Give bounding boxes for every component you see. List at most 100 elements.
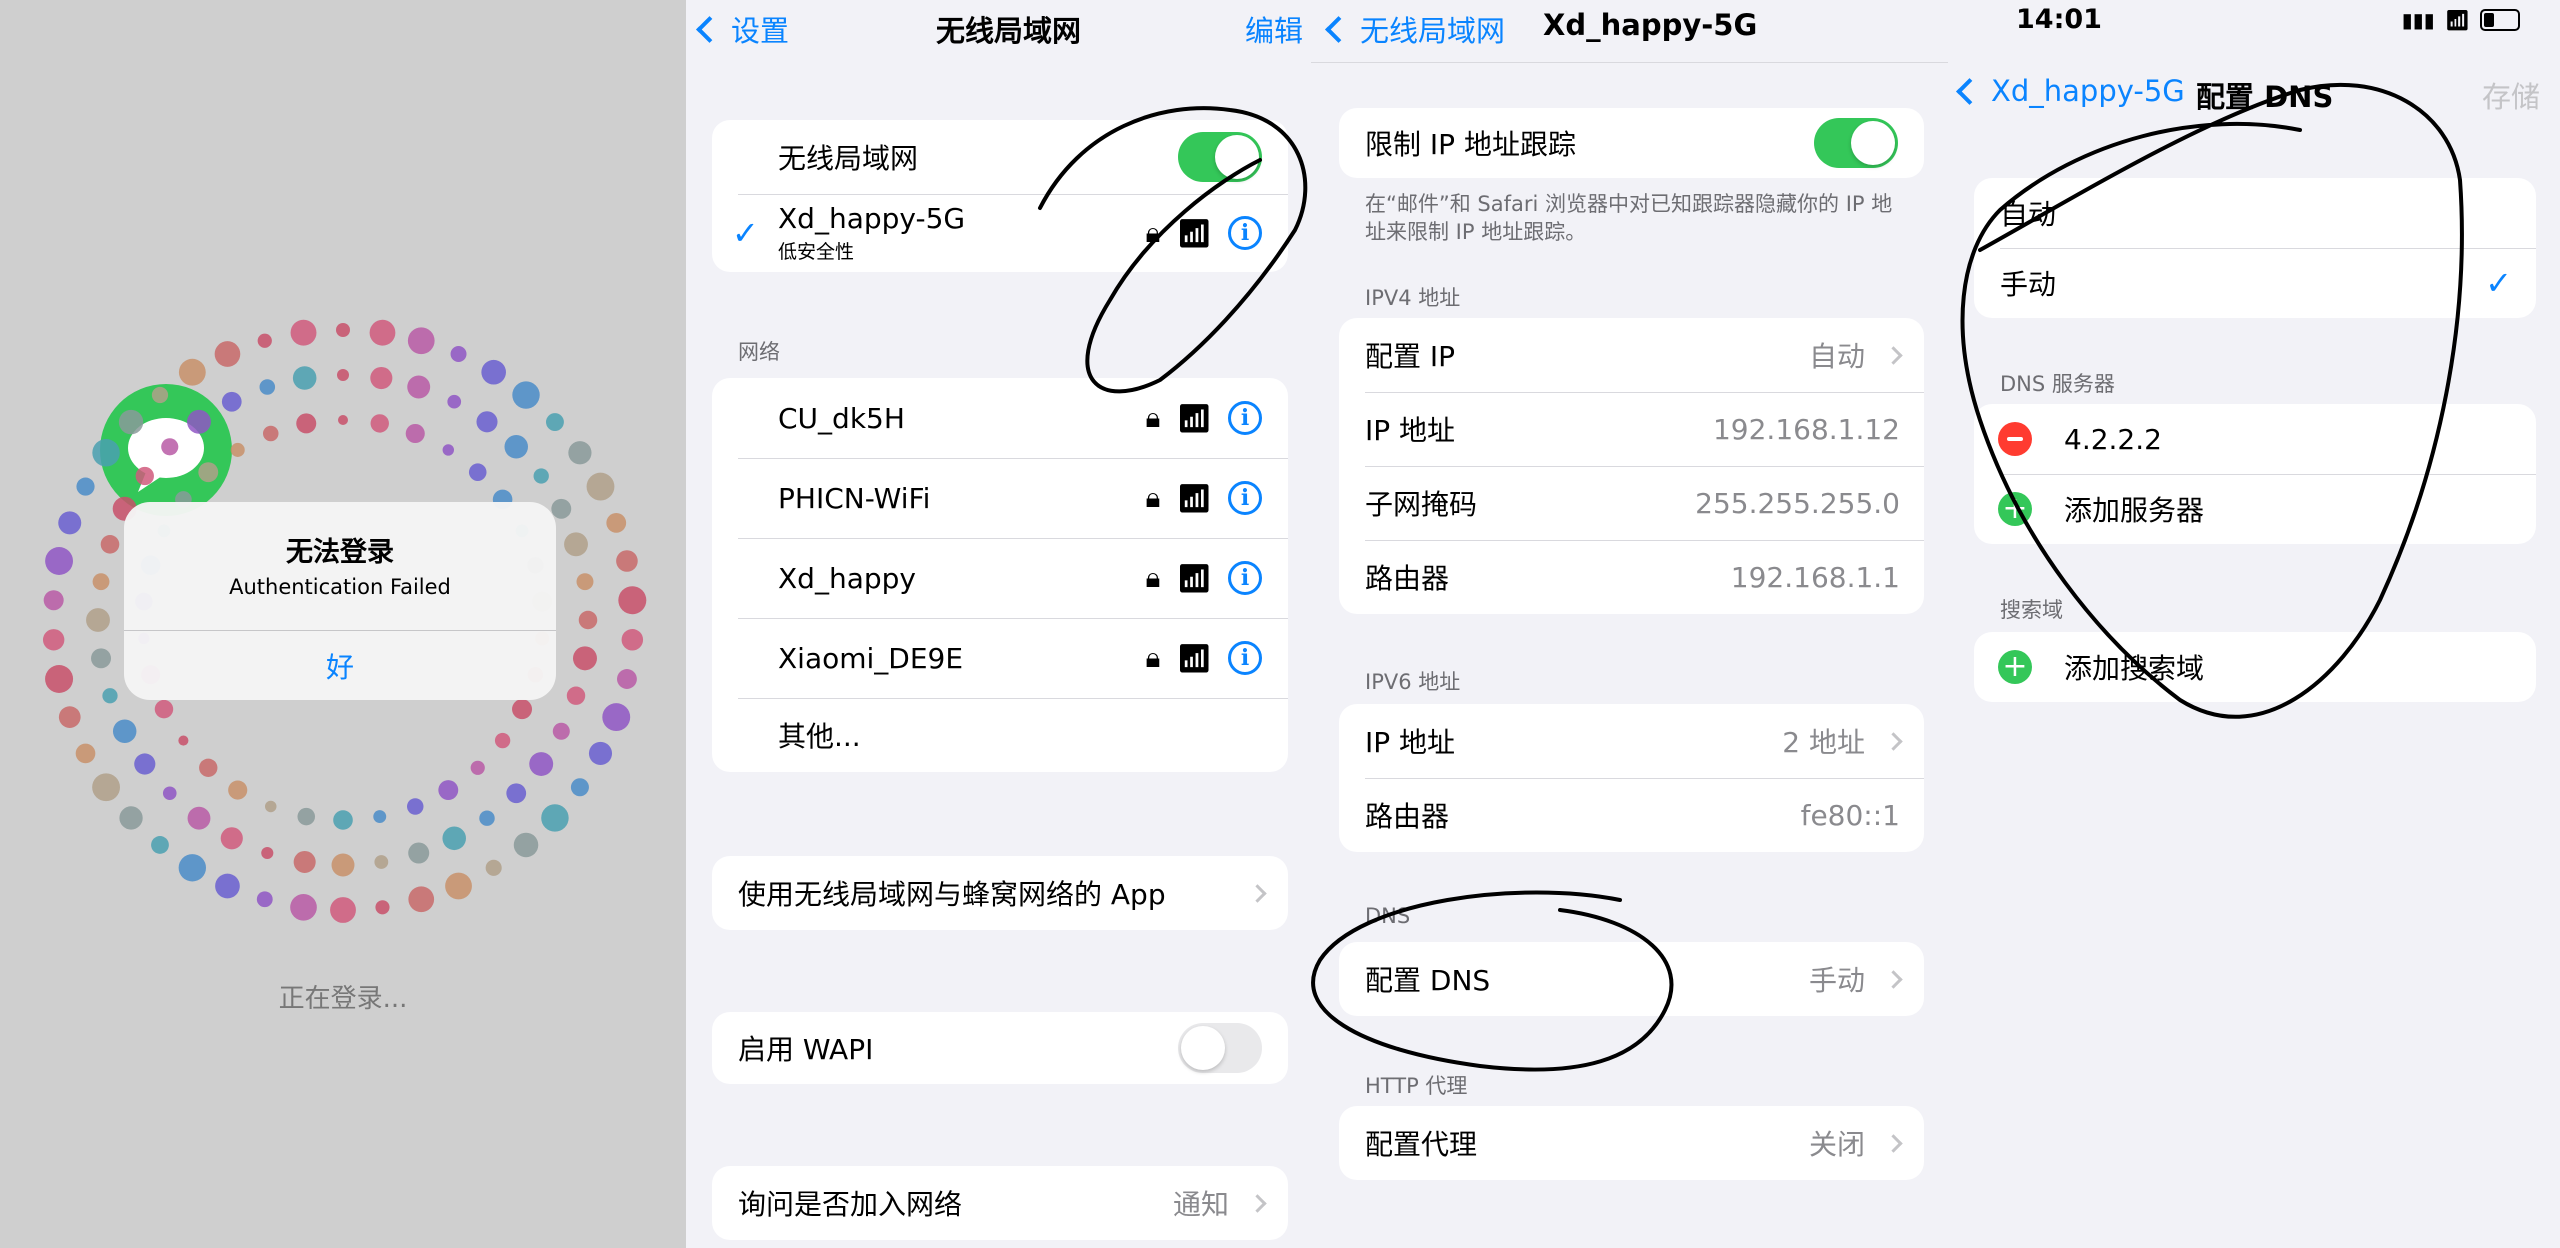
loading-dot [408, 842, 430, 864]
row-value: 2 地址 [1782, 726, 1865, 759]
loading-dot [545, 413, 564, 432]
loading-dot [178, 735, 189, 746]
apps-label: 使用无线局域网与蜂窝网络的 App [738, 878, 1166, 911]
loading-dot [336, 323, 350, 337]
loading-dot [265, 800, 277, 813]
lock-icon: 🔒︎ [1145, 481, 1161, 514]
apps-group: 使用无线局域网与蜂窝网络的 App [712, 856, 1288, 930]
wifi-toggle[interactable] [1178, 132, 1262, 182]
ipv4-header: IPV4 地址 [1365, 286, 1461, 310]
loading-dot [481, 359, 506, 385]
wifi-toggle-row: 无线局域网 [712, 120, 1288, 194]
login-panel: 无法登录 Authentication Failed 好 正在登录... [0, 0, 686, 1248]
configure-proxy-row[interactable]: 配置代理 关闭 [1339, 1106, 1924, 1180]
loading-dot [512, 699, 533, 720]
back-button[interactable]: Xd_happy-5G [1956, 74, 2185, 108]
loading-dot [442, 444, 454, 456]
network-row[interactable]: PHICN-WiFi 🔒︎ 📶︎ i [712, 458, 1288, 538]
loading-dot [374, 855, 389, 869]
page-title: Xd_happy-5G [1543, 8, 1758, 42]
loading-dot [45, 665, 74, 694]
info-icon[interactable]: i [1228, 561, 1262, 595]
mode-auto-row[interactable]: 自动 [1974, 178, 2536, 248]
mode-manual-label: 手动 [2000, 268, 2057, 301]
chevron-left-icon [1956, 77, 1983, 105]
row-label: 路由器 [1365, 562, 1450, 595]
dns-server-row[interactable]: 4.2.2.2 [1974, 404, 2536, 474]
ipv4-group: 配置 IP 自动 IP 地址 192.168.1.12 子网掩码 255.255… [1339, 318, 1924, 614]
loading-dot [408, 886, 435, 913]
info-icon[interactable]: i [1228, 481, 1262, 515]
wapi-toggle[interactable] [1178, 1023, 1262, 1073]
add-server-row[interactable]: + 添加服务器 [1974, 474, 2536, 544]
loading-dot [370, 414, 389, 433]
row-label: IP 地址 [1365, 726, 1456, 759]
proxy-group: 配置代理 关闭 [1339, 1106, 1924, 1180]
info-icon[interactable]: i [1228, 401, 1262, 435]
row-value: 自动 [1808, 340, 1865, 373]
login-status-text: 正在登录... [278, 984, 408, 1014]
add-search-domain-row[interactable]: + 添加搜索域 [1974, 632, 2536, 702]
loading-dot [621, 629, 644, 651]
chevron-right-icon [1884, 1133, 1903, 1153]
delete-icon[interactable] [1998, 422, 2032, 456]
loading-dot [257, 333, 272, 348]
dns-mode-group: 自动 手动 ✓ [1974, 178, 2536, 318]
loading-dot [119, 806, 143, 830]
network-row[interactable]: Xiaomi_DE9E 🔒︎ 📶︎ i [712, 618, 1288, 698]
alert-message: Authentication Failed [229, 575, 451, 599]
loading-dot [151, 386, 169, 404]
ip-address-row: IP 地址 192.168.1.12 [1339, 392, 1924, 466]
alert-ok-button[interactable]: 好 [124, 646, 556, 686]
loading-dot [290, 893, 317, 921]
network-icons: 🔒︎ 📶︎ i [1146, 641, 1262, 675]
loading-dot [162, 786, 177, 801]
wifi-icon: 📶︎ [1176, 561, 1212, 595]
configure-ip-row[interactable]: 配置 IP 自动 [1339, 318, 1924, 392]
network-row[interactable]: CU_dk5H 🔒︎ 📶︎ i [712, 378, 1288, 458]
wapi-label: 启用 WAPI [738, 1033, 874, 1066]
loading-dot [330, 897, 356, 923]
save-button[interactable]: 存储 [2482, 74, 2540, 116]
loading-dot [442, 826, 466, 851]
tracking-group: 限制 IP 地址跟踪 [1339, 108, 1924, 178]
ipv6-address-row[interactable]: IP 地址 2 地址 [1339, 704, 1924, 778]
row-label: IP 地址 [1365, 414, 1456, 447]
back-button[interactable]: 设置 [696, 8, 789, 50]
loading-dot [588, 741, 613, 765]
edit-button[interactable]: 编辑 [1245, 8, 1303, 50]
loading-dot [76, 477, 95, 496]
loading-dot [407, 375, 431, 399]
ask-join-row[interactable]: 询问是否加入网络 通知 [712, 1166, 1288, 1240]
loading-dot [215, 873, 240, 899]
alert-title: 无法登录 [286, 537, 394, 568]
loading-dot [479, 810, 495, 826]
chevron-left-icon [696, 15, 723, 43]
configure-dns-row[interactable]: 配置 DNS 手动 [1339, 942, 1924, 1016]
info-icon[interactable]: i [1228, 641, 1262, 675]
connected-network-row[interactable]: ✓ Xd_happy-5G 低安全性 🔒︎ 📶︎ i [712, 194, 1288, 272]
network-name: PHICN-WiFi [778, 481, 931, 515]
loading-dot [214, 341, 241, 367]
back-button[interactable]: 无线局域网 [1325, 8, 1505, 50]
loading-dot [86, 608, 110, 632]
proxy-header: HTTP 代理 [1365, 1074, 1468, 1098]
add-icon: + [1998, 650, 2032, 684]
loading-dot [438, 780, 459, 800]
back-label: Xd_happy-5G [1991, 74, 2185, 108]
search-domains-group: + 添加搜索域 [1974, 632, 2536, 702]
dns-servers-header: DNS 服务器 [2000, 372, 2115, 396]
network-row[interactable]: Xd_happy 🔒︎ 📶︎ i [712, 538, 1288, 618]
limit-tracking-row: 限制 IP 地址跟踪 [1339, 108, 1924, 178]
loading-dot [293, 850, 316, 874]
loading-dot [470, 760, 485, 775]
info-icon[interactable]: i [1228, 216, 1262, 250]
apps-row[interactable]: 使用无线局域网与蜂窝网络的 App [712, 856, 1288, 930]
network-icons: 🔒︎ 📶︎ i [1146, 401, 1262, 435]
lock-icon: 🔒︎ [1145, 561, 1161, 594]
mode-manual-row[interactable]: 手动 ✓ [1974, 248, 2536, 318]
other-network-row[interactable]: 其他... [712, 698, 1288, 772]
row-label: 配置 IP [1365, 340, 1456, 373]
battery-icon [2480, 9, 2520, 31]
limit-tracking-toggle[interactable] [1814, 118, 1898, 168]
